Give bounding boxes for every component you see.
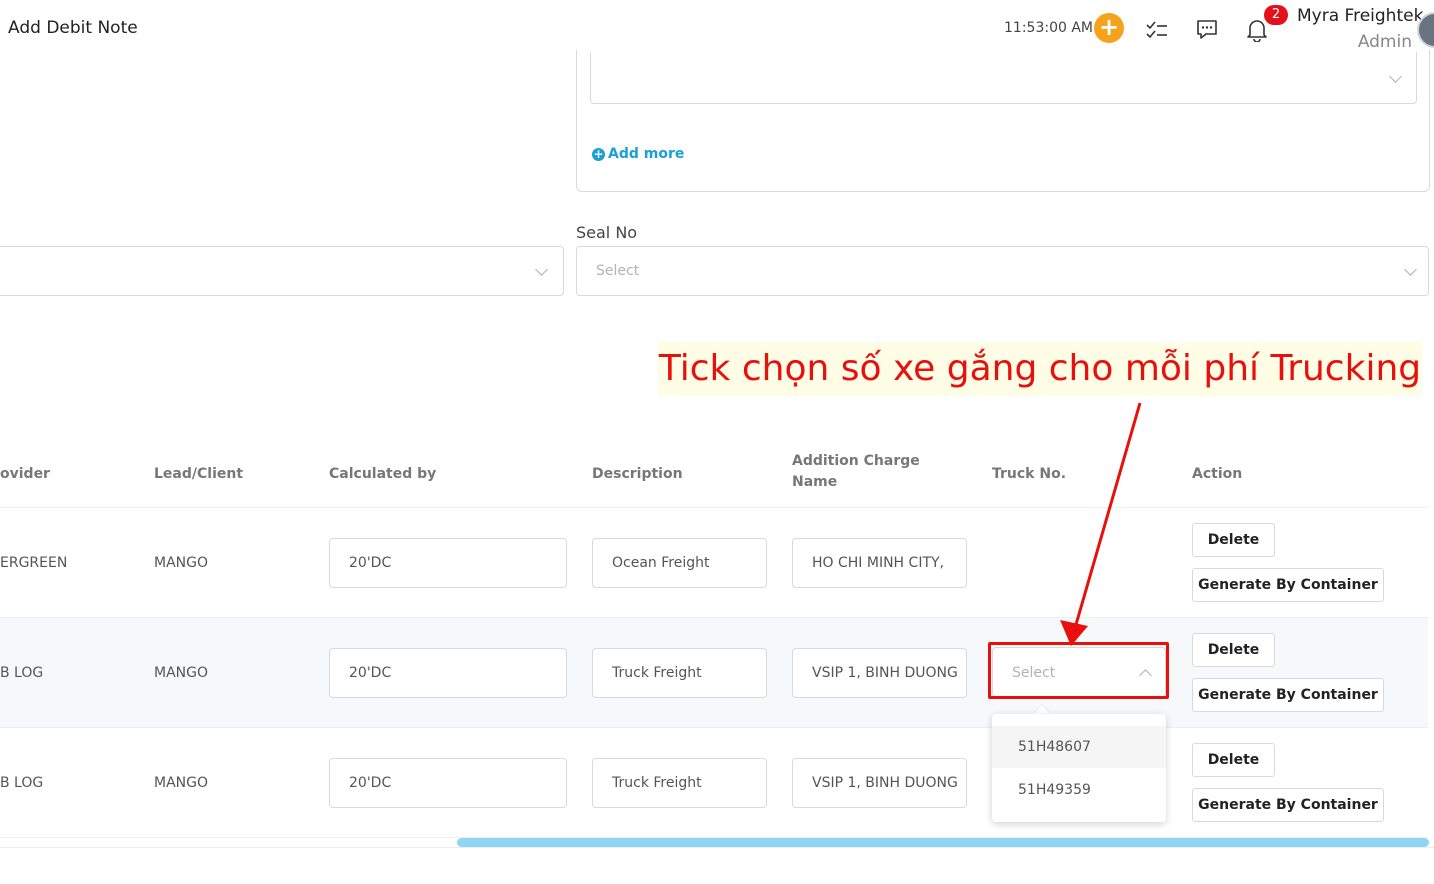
horizontal-scroll-track bbox=[0, 847, 1434, 848]
add-more-link[interactable]: + Add more bbox=[592, 146, 684, 162]
calculated-by-input[interactable]: 20'DC bbox=[329, 648, 567, 698]
task-list-icon[interactable] bbox=[1144, 16, 1170, 42]
cell-lead-client: MANGO bbox=[154, 775, 208, 791]
cell-provider: B LOG bbox=[0, 665, 44, 681]
annotation-text: Tick chọn số xe gắng cho mỗi phí Truckin… bbox=[658, 342, 1422, 396]
cell-provider: ERGREEN bbox=[0, 555, 68, 571]
left-select[interactable] bbox=[0, 246, 564, 296]
th-addition-charge: Addition Charge bbox=[792, 453, 920, 469]
th-calculated-by: Calculated by bbox=[329, 466, 437, 482]
description-input[interactable]: Ocean Freight bbox=[592, 538, 767, 588]
panel-select[interactable] bbox=[590, 52, 1417, 104]
addition-charge-input[interactable]: HO CHI MINH CITY, bbox=[792, 538, 967, 588]
chat-icon[interactable] bbox=[1194, 16, 1220, 42]
row-divider bbox=[0, 507, 1428, 508]
truck-option[interactable]: 51H48607 bbox=[992, 726, 1166, 768]
truck-no-dropdown: 51H48607 51H49359 bbox=[992, 714, 1166, 822]
row-divider bbox=[0, 727, 1428, 728]
cell-lead-client: MANGO bbox=[154, 665, 208, 681]
th-provider: ovider bbox=[0, 466, 50, 482]
description-input[interactable]: Truck Freight bbox=[592, 648, 767, 698]
user-role: Admin bbox=[1357, 32, 1412, 52]
chevron-down-icon bbox=[1389, 70, 1402, 83]
horizontal-scrollbar[interactable] bbox=[457, 838, 1429, 847]
delete-button[interactable]: Delete bbox=[1192, 523, 1275, 557]
truck-option[interactable]: 51H49359 bbox=[992, 769, 1166, 811]
seal-no-select[interactable]: Select bbox=[576, 246, 1429, 296]
th-description: Description bbox=[592, 466, 683, 482]
row-divider bbox=[0, 617, 1428, 618]
delete-button[interactable]: Delete bbox=[1192, 743, 1275, 777]
seal-no-placeholder: Select bbox=[596, 263, 640, 279]
cell-lead-client: MANGO bbox=[154, 555, 208, 571]
addition-charge-input[interactable]: VSIP 1, BINH DUONG bbox=[792, 758, 967, 808]
annotation-highlight-box bbox=[988, 642, 1169, 699]
th-truck-no: Truck No. bbox=[992, 466, 1067, 482]
calculated-by-input[interactable]: 20'DC bbox=[329, 538, 567, 588]
notification-badge: 2 bbox=[1264, 5, 1288, 25]
chevron-down-icon bbox=[535, 263, 548, 276]
plus-circle-icon: + bbox=[592, 146, 605, 161]
generate-by-container-button[interactable]: Generate By Container bbox=[1192, 788, 1384, 822]
user-name[interactable]: Myra Freightek bbox=[1297, 6, 1423, 26]
page-title: Add Debit Note bbox=[8, 18, 138, 38]
th-lead-client: Lead/Client bbox=[154, 466, 244, 482]
seal-no-label: Seal No bbox=[576, 223, 638, 242]
chevron-down-icon bbox=[1404, 263, 1417, 276]
delete-button[interactable]: Delete bbox=[1192, 633, 1275, 667]
clock-time: 11:53:00 AM bbox=[1004, 20, 1093, 36]
description-input[interactable]: Truck Freight bbox=[592, 758, 767, 808]
generate-by-container-button[interactable]: Generate By Container bbox=[1192, 678, 1384, 712]
th-action: Action bbox=[1192, 466, 1243, 482]
plus-icon[interactable]: + bbox=[1094, 13, 1124, 43]
th-addition-charge-name: Name bbox=[792, 474, 838, 490]
calculated-by-input[interactable]: 20'DC bbox=[329, 758, 567, 808]
generate-by-container-button[interactable]: Generate By Container bbox=[1192, 568, 1384, 602]
add-more-label: Add more bbox=[608, 146, 685, 162]
cell-provider: B LOG bbox=[0, 775, 44, 791]
addition-charge-input[interactable]: VSIP 1, BINH DUONG bbox=[792, 648, 967, 698]
